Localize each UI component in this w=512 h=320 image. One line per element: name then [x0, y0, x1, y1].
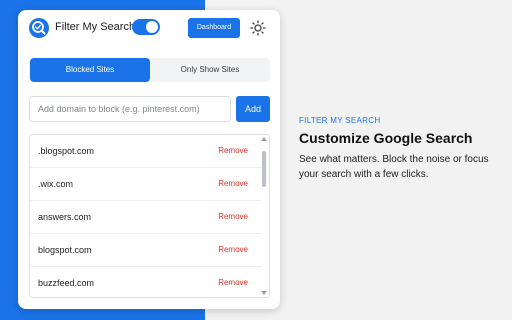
domain-label: buzzfeed.com: [38, 278, 95, 288]
blocked-sites-list: .blogspot.com Remove .wix.com Remove ans…: [29, 134, 270, 298]
list-item: answers.com Remove: [30, 201, 262, 234]
promo-text-block: FILTER MY SEARCH Customize Google Search…: [299, 116, 504, 182]
domain-label: answers.com: [38, 212, 92, 222]
list-item: .wix.com Remove: [30, 168, 262, 201]
scroll-down-arrow-icon[interactable]: [261, 291, 267, 295]
toggle-knob: [146, 21, 158, 33]
extension-popup: Filter My Search Dashboard Blocked Sites…: [18, 10, 280, 309]
remove-button[interactable]: Remove: [218, 245, 248, 254]
promo-headline: Customize Google Search: [299, 130, 473, 146]
dashboard-button[interactable]: Dashboard: [188, 18, 240, 38]
add-button[interactable]: Add: [236, 96, 270, 122]
app-title: Filter My Search: [55, 21, 136, 33]
list-item: buzzfeed.com Remove: [30, 267, 262, 297]
tab-blocked-sites[interactable]: Blocked Sites: [30, 58, 150, 82]
filter-enable-toggle[interactable]: [132, 19, 160, 35]
scroll-up-arrow-icon[interactable]: [261, 137, 267, 141]
list-item: .blogspot.com Remove: [30, 135, 262, 168]
tab-only-show-sites[interactable]: Only Show Sites: [151, 58, 269, 82]
remove-button[interactable]: Remove: [218, 179, 248, 188]
remove-button[interactable]: Remove: [218, 278, 248, 287]
promo-eyebrow: FILTER MY SEARCH: [299, 116, 381, 125]
sun-icon[interactable]: [250, 20, 266, 36]
list-scrollbar[interactable]: [261, 137, 267, 295]
scroll-thumb[interactable]: [262, 151, 266, 187]
domain-label: .wix.com: [38, 179, 74, 189]
domain-label: .blogspot.com: [38, 146, 95, 156]
promo-body: See what matters. Block the noise or foc…: [299, 154, 489, 180]
remove-button[interactable]: Remove: [218, 146, 248, 155]
domain-label: blogspot.com: [38, 245, 92, 255]
remove-button[interactable]: Remove: [218, 212, 248, 221]
domain-input[interactable]: [29, 96, 231, 122]
popup-header: Filter My Search Dashboard: [18, 10, 280, 46]
magnifier-check-icon: [29, 18, 49, 38]
list-item: blogspot.com Remove: [30, 234, 262, 267]
mode-tabs: Blocked Sites Only Show Sites: [29, 58, 270, 82]
